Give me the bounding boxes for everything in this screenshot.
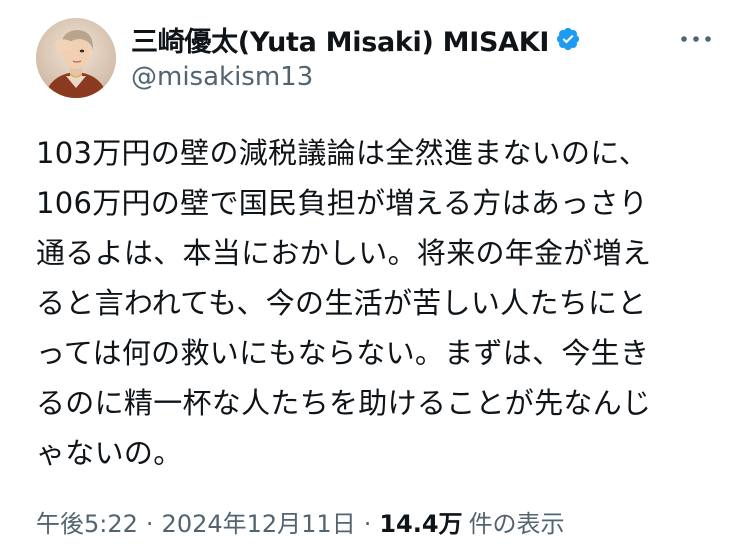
tweet-meta: 午後5:22 · 2024年12月11日 · 14.4万 件の表示	[36, 504, 565, 539]
tweet-text-line: ゃないの。	[36, 436, 183, 470]
meta-separator: ·	[145, 510, 154, 538]
tweet-time[interactable]: 午後5:22	[36, 504, 138, 539]
avatar-image	[36, 18, 116, 98]
tweet-text-line: るのに精一杯な人たちを助けることが先なんじ	[36, 386, 652, 420]
author-display-name[interactable]: 三崎優太(Yuta Misaki) MISAKI	[131, 20, 549, 59]
tweet-text-line: 通るよは、本当におかしい。将来の年金が増え	[36, 236, 652, 270]
views-label[interactable]: 件の表示	[469, 504, 565, 539]
tweet-text-line: 106万円の壁で国民負担が増える方はあっさり	[36, 186, 649, 220]
tweet-text-line: っては何の救いにもならない。まずは、今生き	[36, 336, 650, 370]
tweet-card: 三崎優太(Yuta Misaki) MISAKI @misakism13 103…	[0, 0, 750, 557]
tweet-date[interactable]: 2024年12月11日	[162, 504, 356, 539]
more-options-icon[interactable]	[676, 24, 716, 54]
tweet-text-line: ると言われても、今の生活が苦しい人たちにと	[36, 286, 647, 320]
views-count[interactable]: 14.4万	[379, 504, 462, 539]
tweet-text: 103万円の壁の減税議論は全然進まないのに、 106万円の壁で国民負担が増える方…	[36, 128, 726, 478]
meta-separator: ·	[363, 510, 372, 538]
tweet-text-line: 103万円の壁の減税議論は全然進まないのに、	[36, 136, 649, 170]
verified-badge-icon	[555, 26, 581, 52]
author-name-row[interactable]: 三崎優太(Yuta Misaki) MISAKI	[131, 20, 581, 59]
profile-avatar[interactable]	[36, 18, 116, 98]
author-handle[interactable]: @misakism13	[131, 62, 313, 92]
